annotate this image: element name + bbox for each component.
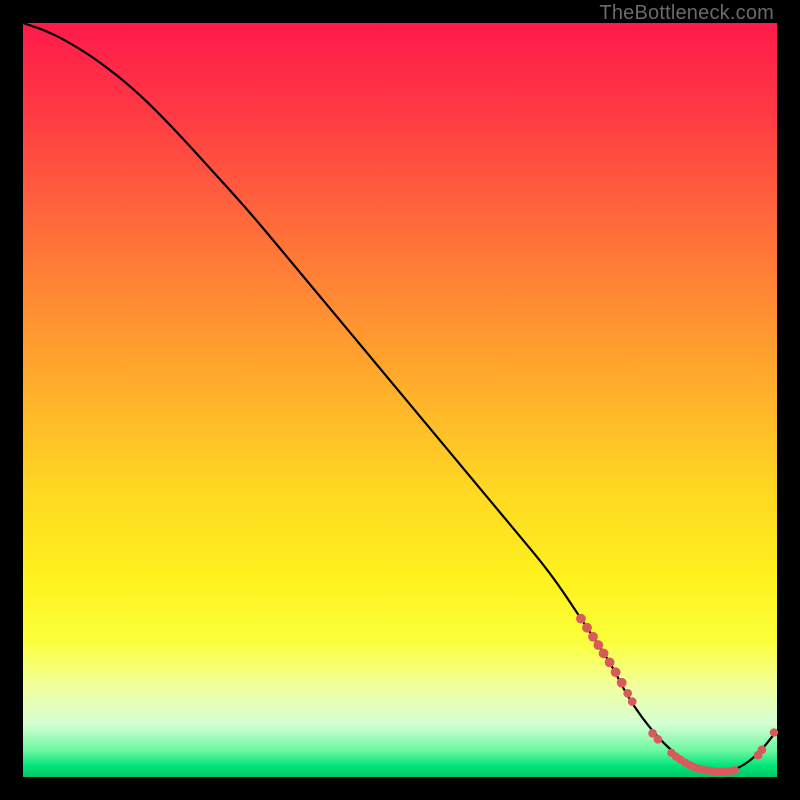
marker-dot [731,766,739,774]
chart-plot-area [23,23,777,777]
marker-dot [599,648,609,658]
marker-dot [611,667,621,677]
marker-dot [588,632,598,642]
watermark-text: TheBottleneck.com [599,2,774,25]
marker-dot [628,697,637,706]
marker-dot [605,657,615,667]
marker-dot [582,623,592,633]
marker-dot [576,614,586,624]
bottleneck-curve [23,23,777,771]
marker-dot [654,735,663,744]
marker-cluster [576,614,778,776]
marker-dot [623,689,632,698]
marker-dot [770,728,778,736]
marker-dot [617,678,627,688]
marker-dot [593,640,603,650]
marker-dot [758,746,767,755]
chart-frame: TheBottleneck.com [0,0,800,800]
chart-svg [23,23,777,777]
